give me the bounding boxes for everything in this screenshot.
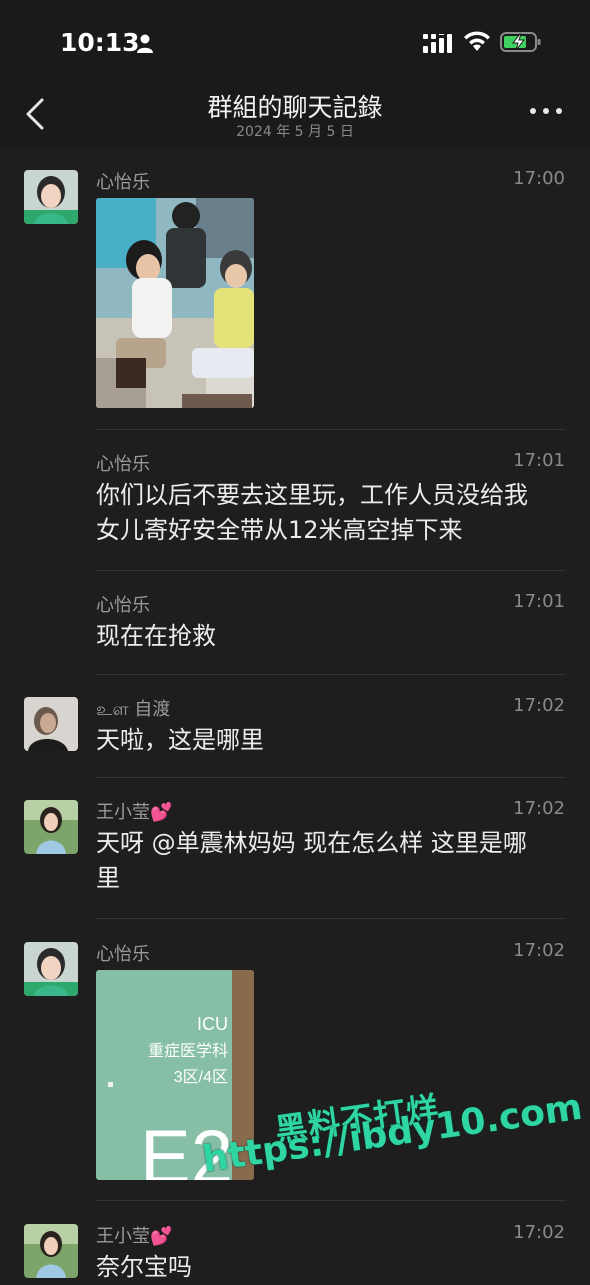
more-options-button[interactable]	[530, 108, 564, 120]
message-divider	[96, 777, 566, 778]
message-time: 17:02	[513, 940, 565, 961]
page-subtitle-date: 2024 年 5 月 5 日	[236, 124, 354, 140]
avatar[interactable]	[24, 170, 78, 224]
message-text[interactable]: 天啦，这是哪里	[96, 723, 566, 758]
sender-name: 心怡乐	[96, 944, 150, 965]
nav-bar: 群組的聊天記錄 2024 年 5 月 5 日	[0, 88, 590, 148]
message-text[interactable]: 天呀 @单震林妈妈 现在怎么样 这里是哪 里	[96, 826, 566, 896]
photo-sign-line: 重症医学科	[147, 1043, 228, 1060]
person-icon	[137, 34, 153, 53]
message-text-line: 天呀 @单震林妈妈 现在怎么样 这里是哪	[96, 829, 527, 857]
message-time: 17:00	[513, 168, 565, 189]
message-text-line: 里	[96, 864, 120, 892]
message-text-line: 天啦，这是哪里	[96, 726, 264, 754]
message-text-line: 女儿寄好安全带从12米高空掉下来	[96, 516, 463, 544]
wifi-icon	[464, 31, 490, 51]
message-text-line: 现在在抢救	[96, 622, 216, 650]
status-bar: 10:13	[0, 0, 590, 88]
sender-name: 王小莹💕	[96, 802, 173, 823]
status-time: 10:13	[60, 28, 140, 57]
message-divider	[96, 1200, 566, 1201]
photo-sign-line: ICU	[197, 1014, 228, 1034]
message-text-line: 你们以后不要去这里玩，工作人员没给我	[96, 481, 528, 509]
message-text[interactable]: 你们以后不要去这里玩，工作人员没给我 女儿寄好安全带从12米高空掉下来	[96, 478, 566, 548]
message-divider	[96, 918, 566, 919]
avatar[interactable]	[24, 697, 78, 751]
message-time: 17:01	[513, 591, 565, 612]
avatar[interactable]	[24, 942, 78, 996]
sender-name: 王小莹💕	[96, 1226, 173, 1247]
cellular-signal-icon	[423, 34, 452, 53]
message-divider	[96, 429, 566, 430]
photo-dot	[108, 1082, 113, 1087]
sender-name: உள 自渡	[96, 699, 171, 720]
photo-sign: ICU 重症医学科 3区/4区	[148, 1014, 228, 1087]
sender-name: 心怡乐	[96, 595, 150, 616]
message-divider	[96, 570, 566, 571]
message-time: 17:02	[513, 695, 565, 716]
sender-name: 心怡乐	[96, 172, 150, 193]
message-photo[interactable]	[96, 198, 254, 408]
message-text[interactable]: 现在在抢救	[96, 619, 566, 654]
message-time: 17:02	[513, 798, 565, 819]
avatar[interactable]	[24, 800, 78, 854]
message-divider	[96, 674, 566, 675]
sender-name: 心怡乐	[96, 454, 150, 475]
page-title: 群組的聊天記錄	[207, 93, 383, 122]
battery-charging-icon	[500, 32, 541, 52]
avatar[interactable]	[24, 1224, 78, 1278]
photo-sign-line: 3区/4区	[173, 1069, 228, 1086]
message-time: 17:01	[513, 450, 565, 471]
message-time: 17:02	[513, 1222, 565, 1243]
